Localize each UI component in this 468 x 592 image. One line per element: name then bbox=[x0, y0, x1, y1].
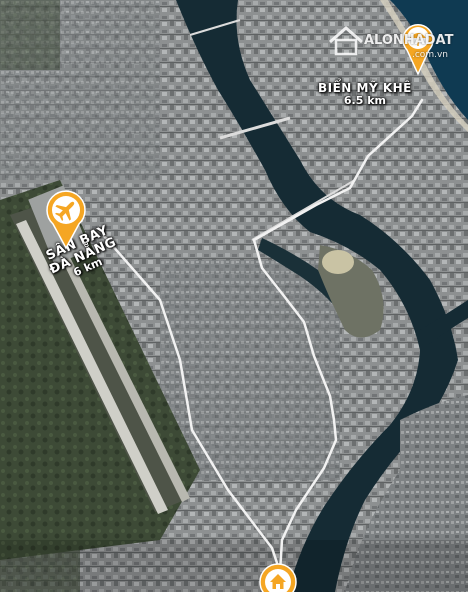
beach-distance: 6.5 km bbox=[343, 93, 386, 107]
watermark-house-icon bbox=[329, 26, 363, 56]
home-pin[interactable] bbox=[258, 562, 298, 592]
beach-label: BIỂN MỸ KHÊ 6.5 km bbox=[318, 82, 412, 106]
airport-pin[interactable] bbox=[45, 190, 87, 255]
map-view[interactable]: BIỂN MỸ KHÊ 6.5 km SÂN BAY ĐÀ NẴNG 6 km bbox=[0, 0, 468, 592]
watermark-domain: .com.vn bbox=[412, 50, 448, 60]
beach-name: BIỂN MỸ KHÊ bbox=[318, 81, 412, 95]
watermark-brand: ALONHADAT bbox=[364, 33, 454, 48]
